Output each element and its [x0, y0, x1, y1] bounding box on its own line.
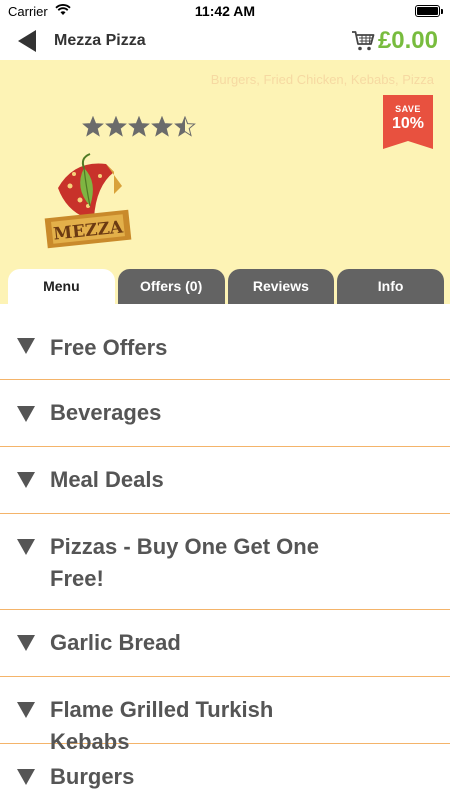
star-icon: [82, 116, 104, 137]
category-beverages[interactable]: Beverages: [0, 380, 450, 447]
collapse-triangle-icon: [17, 472, 35, 488]
tab-menu[interactable]: Menu: [8, 269, 115, 304]
collapse-triangle-icon: [17, 338, 35, 354]
collapse-triangle-icon: [17, 539, 35, 555]
status-bar: Carrier 11:42 AM: [0, 0, 450, 22]
category-meal-deals[interactable]: Meal Deals: [0, 447, 450, 514]
star-icon: [128, 116, 150, 137]
back-button[interactable]: [14, 28, 42, 54]
collapse-triangle-icon: [17, 635, 35, 651]
tab-offers[interactable]: Offers (0): [117, 269, 225, 304]
rating-stars: [82, 116, 196, 137]
cuisine-list: Burgers, Fried Chicken, Kebabs, Pizza: [210, 72, 434, 87]
page-title: Mezza Pizza: [54, 32, 146, 49]
category-burgers[interactable]: Burgers: [0, 744, 450, 800]
category-pizzas-bogof[interactable]: Pizzas - Buy One Get One Free!: [0, 514, 450, 610]
clock: 11:42 AM: [194, 3, 256, 19]
save-value: 10%: [391, 115, 425, 132]
collapse-triangle-icon: [17, 406, 35, 422]
restaurant-banner: Burgers, Fried Chicken, Kebabs, Pizza SA…: [0, 60, 450, 304]
category-label: Burgers: [50, 764, 135, 789]
collapse-triangle-icon: [17, 702, 35, 718]
battery-icon: [415, 5, 443, 17]
tab-bar: Menu Offers (0) Reviews Info: [8, 269, 444, 304]
menu-category-list: Free Offers Beverages Meal Deals Pizzas …: [0, 304, 450, 800]
star-icon: [105, 116, 127, 137]
tab-info[interactable]: Info: [337, 269, 444, 304]
nav-bar: Mezza Pizza £0.00: [0, 22, 450, 60]
tab-reviews[interactable]: Reviews: [227, 269, 335, 304]
star-icon: [151, 116, 173, 137]
restaurant-logo: MEZZA: [44, 148, 136, 250]
save-label: SAVE: [395, 104, 421, 114]
category-turkish-kebabs[interactable]: Flame Grilled Turkish Kebabs: [0, 677, 450, 754]
app-screen: Carrier 11:42 AM Mezza Pizza £0.00 Burge…: [0, 0, 450, 800]
star-icon: [174, 116, 196, 137]
category-label: Meal Deals: [50, 467, 164, 492]
collapse-triangle-icon: [17, 769, 35, 785]
save-badge: SAVE 10%: [383, 95, 433, 149]
category-label: Pizzas - Buy One Get One Free!: [50, 534, 319, 591]
back-arrow-icon: [18, 30, 36, 52]
cart-total: £0.00: [377, 27, 438, 54]
category-label: Garlic Bread: [50, 630, 181, 655]
category-garlic-bread[interactable]: Garlic Bread: [0, 610, 450, 677]
shopping-cart-icon: [351, 31, 375, 51]
category-label: Free Offers: [50, 335, 168, 360]
category-label: Beverages: [50, 400, 162, 425]
cart-button[interactable]: £0.00: [351, 26, 438, 56]
category-free-offers[interactable]: Free Offers: [0, 304, 450, 380]
